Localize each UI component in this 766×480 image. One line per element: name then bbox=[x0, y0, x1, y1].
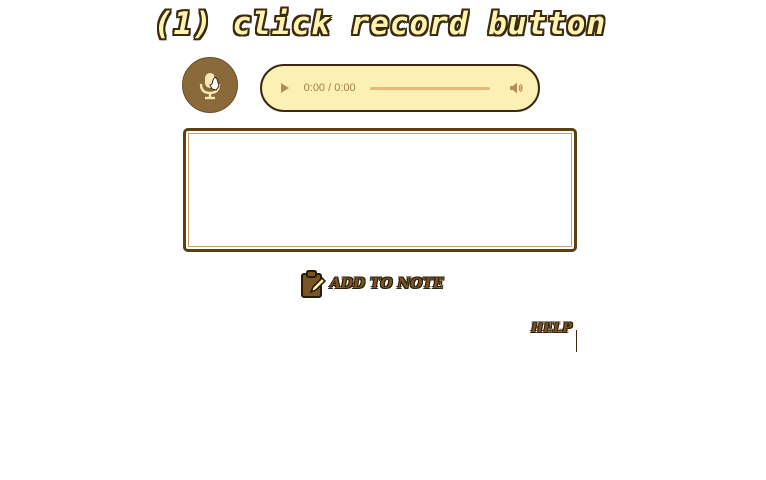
audio-time: 0:00 / 0:00 bbox=[303, 82, 356, 94]
audio-player[interactable]: 0:00 / 0:00 bbox=[260, 64, 540, 112]
page-title: (1) click record button bbox=[153, 6, 607, 42]
record-button[interactable] bbox=[182, 57, 238, 113]
help-link[interactable]: HELP bbox=[531, 321, 572, 336]
page: (1) click record button 0:00 / 0:00 ADD … bbox=[0, 0, 766, 480]
transcript-textarea[interactable] bbox=[183, 128, 577, 252]
help-divider bbox=[576, 330, 577, 352]
volume-icon[interactable] bbox=[508, 80, 524, 96]
audio-progress-slider[interactable] bbox=[369, 86, 491, 90]
play-icon[interactable] bbox=[278, 81, 292, 95]
add-to-note-button[interactable]: ADD TO NOTE bbox=[298, 268, 444, 300]
microphone-icon bbox=[197, 70, 223, 100]
add-to-note-label: ADD TO NOTE bbox=[330, 276, 444, 292]
clipboard-edit-icon bbox=[298, 268, 328, 300]
